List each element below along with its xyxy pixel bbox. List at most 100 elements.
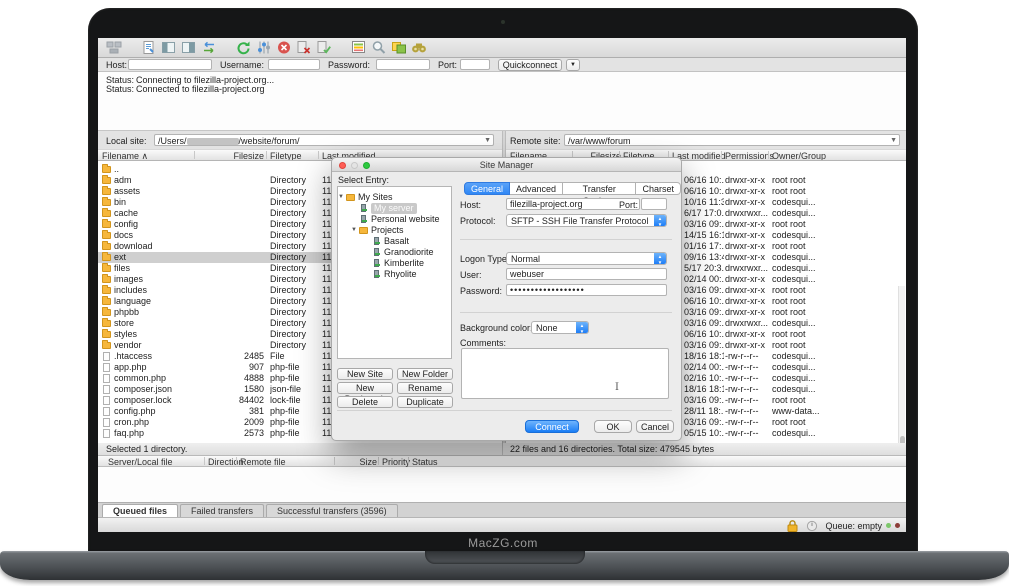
cell-owner-group: codesqui... (772, 428, 830, 439)
toggle-log-icon[interactable] (140, 40, 157, 56)
column-divider[interactable] (408, 457, 409, 465)
column-divider[interactable] (236, 457, 237, 465)
filezilla-window: Host: Username: Password: Port: Quickcon… (98, 38, 906, 532)
button-cancel[interactable]: Cancel (636, 420, 674, 433)
column-header-status[interactable]: Status (412, 457, 438, 467)
logon-type-select[interactable]: Normal▲▼ (506, 252, 667, 265)
compare-icon[interactable] (370, 40, 387, 56)
tree-item-my-sites[interactable]: ▼My Sites (338, 192, 451, 203)
quickconnect-button[interactable]: Quickconnect (498, 59, 562, 71)
button-delete[interactable]: Delete (337, 396, 393, 408)
site-manager-icon[interactable] (105, 40, 122, 56)
column-header-filetype[interactable]: Filetype (270, 151, 302, 161)
expand-arrow-icon[interactable]: ▼ (351, 225, 357, 236)
button-rename[interactable]: Rename (397, 382, 453, 394)
tree-item-kimberlite[interactable]: Kimberlite (338, 258, 451, 269)
user-field[interactable]: webuser (506, 268, 667, 280)
server-icon (361, 215, 366, 223)
column-header-filesize[interactable]: Filesize (198, 151, 264, 161)
column-header-server-local-file[interactable]: Server/Local file (108, 457, 173, 467)
cell-filetype: Directory (270, 230, 320, 241)
protocol-select[interactable]: SFTP - SSH File Transfer Protocol▲▼ (506, 214, 667, 227)
close-traffic-light[interactable] (339, 162, 346, 169)
tree-item-projects[interactable]: ▼Projects (338, 225, 451, 236)
button-new-site[interactable]: New Site (337, 368, 393, 380)
refresh-icon[interactable] (235, 40, 252, 56)
column-header-owner-group[interactable]: Owner/Group (772, 151, 826, 161)
password-field[interactable]: •••••••••••••••••• (506, 284, 667, 296)
laptop-mockup: MacZG.com Host: Username: Password: Port… (0, 0, 1009, 586)
local-status-text: Selected 1 directory. (106, 443, 187, 455)
tab-transfer-settings[interactable]: Transfer Settings (563, 182, 636, 195)
cell-permissions: drwxr-xr-x (725, 197, 770, 208)
tree-item-basalt[interactable]: Basalt (338, 236, 451, 247)
toggle-queue-icon[interactable] (200, 40, 217, 56)
username-input[interactable] (268, 59, 320, 70)
stepper-icon: ▲▼ (654, 215, 666, 226)
tab-charset[interactable]: Charset (636, 182, 681, 195)
combo-arrow-icon[interactable]: ▼ (890, 136, 897, 146)
column-divider[interactable] (318, 151, 319, 159)
zoom-traffic-light[interactable] (363, 162, 370, 169)
cell-modified: 03/16 09:... (684, 307, 724, 318)
button-new-bookmark[interactable]: New Bookmark (337, 382, 393, 394)
column-divider[interactable] (721, 151, 722, 159)
filter-icon[interactable] (350, 40, 367, 56)
button-new-folder[interactable]: New Folder (397, 368, 453, 380)
combo-arrow-icon[interactable]: ▼ (484, 136, 491, 146)
toggle-local-tree-icon[interactable] (160, 40, 177, 56)
column-divider[interactable] (768, 151, 769, 159)
password-input[interactable] (376, 59, 430, 70)
cell-owner-group: codesqui... (772, 263, 830, 274)
queue-tab-queued-files[interactable]: Queued files (102, 504, 178, 517)
queue-tab-failed-transfers[interactable]: Failed transfers (180, 504, 264, 517)
expand-arrow-icon[interactable]: ▼ (338, 192, 344, 203)
host-field-label: Host: (460, 200, 481, 210)
cell-filesize: 2009 (198, 417, 264, 428)
server-icon (374, 237, 379, 245)
column-header-size[interactable]: Size (338, 457, 377, 467)
tree-item-rhyolite[interactable]: Rhyolite (338, 269, 451, 280)
cancel-icon[interactable] (275, 40, 292, 56)
column-divider[interactable] (378, 457, 379, 465)
process-queue-icon[interactable] (255, 40, 272, 56)
column-header-filename[interactable]: Filename ∧ (102, 151, 148, 161)
column-header-remote-file[interactable]: Remote file (240, 457, 286, 467)
button-connect[interactable]: Connect (525, 420, 579, 433)
column-divider[interactable] (266, 151, 267, 159)
cell-owner-group: root root (772, 219, 830, 230)
port-input[interactable] (460, 59, 490, 70)
tree-item-my-server[interactable]: My server (338, 203, 451, 214)
background-color-select[interactable]: None▲▼ (531, 321, 589, 334)
tab-general[interactable]: General (464, 182, 510, 195)
queue-tab-successful-transfers-3596-[interactable]: Successful transfers (3596) (266, 504, 398, 517)
button-ok[interactable]: OK (594, 420, 632, 433)
column-divider[interactable] (194, 151, 195, 159)
column-header-permissions[interactable]: Permissions (725, 151, 774, 161)
tab-advanced[interactable]: Advanced (510, 182, 563, 195)
host-input[interactable] (128, 59, 212, 70)
find-icon[interactable] (410, 40, 427, 56)
sync-browsing-icon[interactable] (390, 40, 407, 56)
remote-site-combo[interactable]: /var/www/forum ▼ (564, 134, 900, 146)
cell-filetype: Directory (270, 340, 320, 351)
tree-item-label: My server (371, 203, 417, 214)
column-header-direction[interactable]: Direction (208, 457, 244, 467)
cell-filename: composer.json (114, 384, 198, 395)
disconnect-icon[interactable] (295, 40, 312, 56)
quickconnect-dropdown-button[interactable]: ▼ (566, 59, 580, 71)
comments-textarea[interactable] (461, 348, 669, 399)
minimize-traffic-light[interactable] (351, 162, 358, 169)
toggle-remote-tree-icon[interactable] (180, 40, 197, 56)
column-header-priority[interactable]: Priority (382, 457, 410, 467)
button-duplicate[interactable]: Duplicate (397, 396, 453, 408)
separator (460, 239, 672, 240)
port-field[interactable] (641, 198, 667, 210)
tree-item-granodiorite[interactable]: Granodiorite (338, 247, 451, 258)
column-divider[interactable] (334, 457, 335, 465)
tree-item-personal-website[interactable]: Personal website (338, 214, 451, 225)
column-divider[interactable] (204, 457, 205, 465)
queue-column-header[interactable]: Server/Local file DirectionRemote file Siz… (98, 456, 906, 467)
local-site-combo[interactable]: /Users//website/forum/ ▼ (154, 134, 494, 146)
reconnect-icon[interactable] (315, 40, 332, 56)
